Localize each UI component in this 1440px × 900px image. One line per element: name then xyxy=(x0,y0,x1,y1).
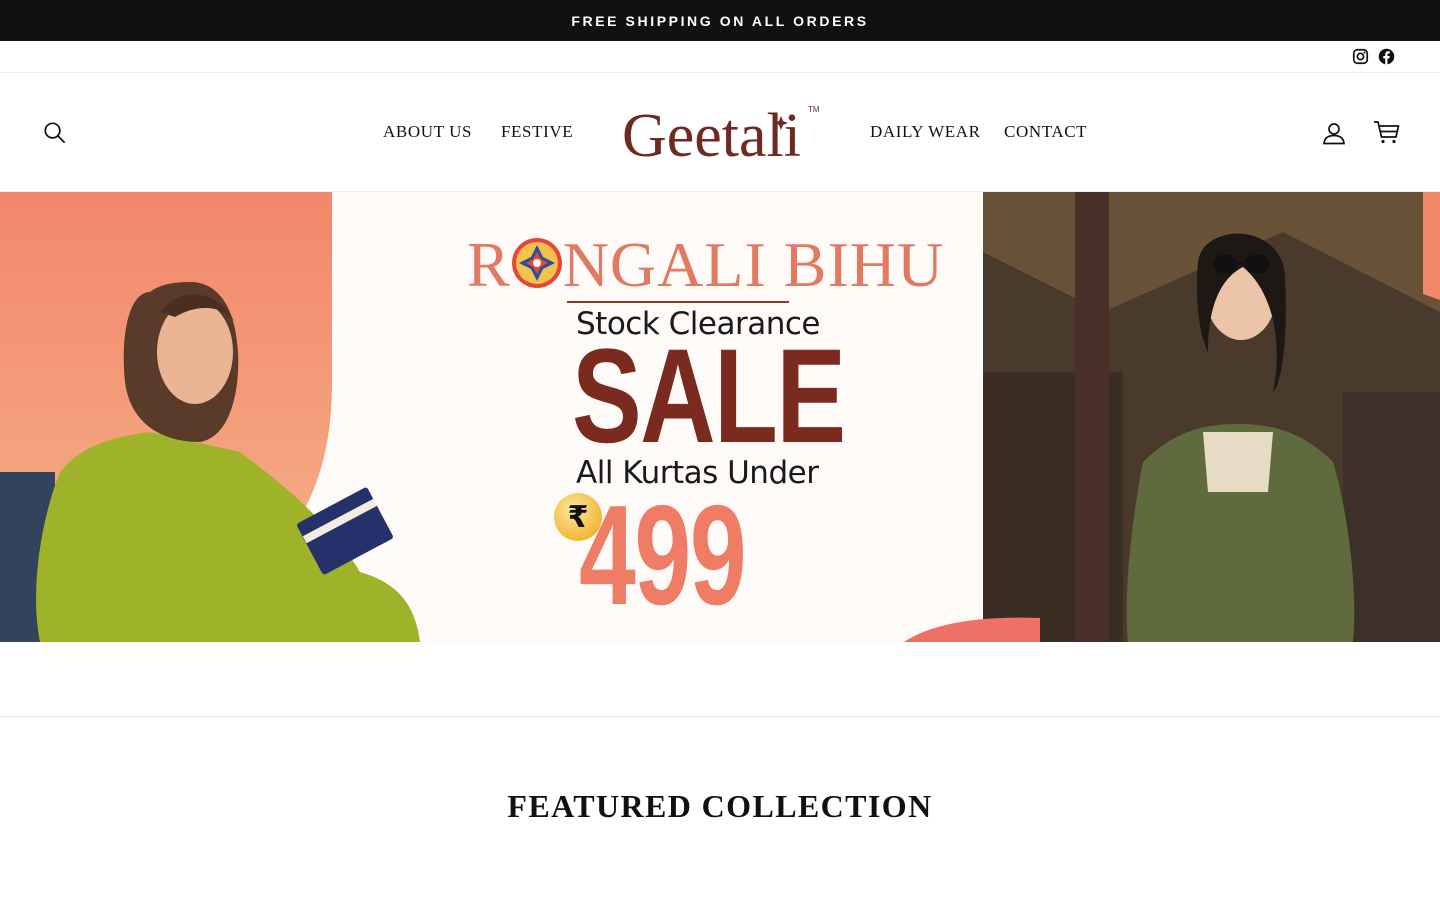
nav-festive[interactable]: FESTIVE xyxy=(501,122,573,142)
hero-title-letter: R xyxy=(467,229,511,300)
cart-icon[interactable] xyxy=(1373,120,1400,144)
featured-collection-heading: FEATURED COLLECTION xyxy=(507,788,933,824)
hero-price: 499 xyxy=(579,476,747,635)
hero-headline: SALE xyxy=(572,322,846,471)
site-logo[interactable]: Geetali TM xyxy=(618,96,828,170)
announcement-text: FREE SHIPPING ON ALL ORDERS xyxy=(571,12,869,29)
announcement-bar: FREE SHIPPING ON ALL ORDERS xyxy=(0,0,1440,41)
logo-trademark: TM xyxy=(808,105,820,114)
bihu-emblem-icon xyxy=(512,238,562,288)
social-bar xyxy=(0,41,1440,73)
search-icon[interactable] xyxy=(43,121,66,144)
hero-divider xyxy=(567,301,789,303)
instagram-icon[interactable] xyxy=(1352,48,1369,65)
hero-coral-arc xyxy=(904,617,1040,642)
logo-text: Geetali xyxy=(622,102,801,168)
section-divider xyxy=(0,716,1440,717)
nav-contact[interactable]: CONTACT xyxy=(1004,122,1087,142)
logo-wordmark: Geetali TM xyxy=(622,102,820,170)
nav-about-us[interactable]: ABOUT US xyxy=(383,122,472,142)
hero-model-right-image xyxy=(983,192,1440,642)
hero-title-rest: NGALI BIHU xyxy=(562,229,945,300)
user-icon[interactable] xyxy=(1322,121,1346,145)
hero-model-left-image xyxy=(0,192,425,642)
facebook-icon[interactable] xyxy=(1378,48,1395,65)
nav-daily-wear[interactable]: DAILY WEAR xyxy=(870,122,981,142)
